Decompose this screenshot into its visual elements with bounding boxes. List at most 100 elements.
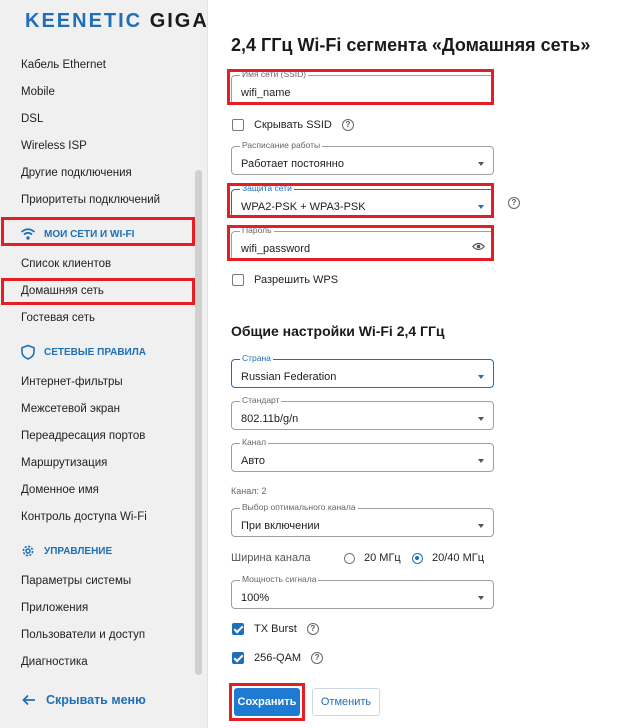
sidebar-item-routing[interactable]: Маршрутизация [21,457,107,469]
tx-burst-row[interactable]: TX Burst ? [232,623,319,635]
channel-label: Канал [240,437,269,447]
sidebar-item-port-forwarding[interactable]: Переадресация портов [21,430,145,442]
sidebar-item-ethernet[interactable]: Кабель Ethernet [21,59,106,71]
password-value: wifi_password [241,243,311,255]
schedule-label: Расписание работы [240,140,323,150]
sidebar-item-client-list[interactable]: Список клиентов [21,258,111,270]
chevron-down-icon [478,162,484,166]
sidebar-item-domain-name[interactable]: Доменное имя [21,484,99,496]
section-title: Общие настройки Wi-Fi 2,4 ГГц [231,323,445,339]
help-icon[interactable]: ? [311,652,324,664]
sidebar-item-home-network[interactable]: Домашняя сеть [21,285,104,297]
logo: KEENETIC GIGA [25,10,209,33]
chevron-down-icon [478,596,484,600]
main-content: 2,4 ГГц Wi-Fi сегмента «Домашняя сеть» И… [209,0,642,728]
chevron-down-icon [478,524,484,528]
sidebar-item-firewall[interactable]: Межсетевой экран [21,403,120,415]
collapse-menu-label: Скрывать меню [46,693,146,707]
sidebar-item-dsl[interactable]: DSL [21,113,43,125]
qam-row[interactable]: 256-QAM ? [232,652,324,664]
chevron-down-icon [478,417,484,421]
sidebar-item-diagnostics[interactable]: Диагностика [21,656,88,668]
standard-value: 802.11b/g/n [241,413,299,425]
hide-ssid-row[interactable]: Скрывать SSID ? [232,119,354,131]
security-label: Защита сети [240,183,294,193]
sidebar: KEENETIC GIGA Кабель Ethernet Mobile DSL… [0,0,208,728]
sidebar-item-other-connections[interactable]: Другие подключения [21,167,132,179]
collapse-menu-button[interactable]: Скрывать меню [22,693,146,707]
gear-icon [22,545,34,557]
optimal-channel-value: При включении [241,520,320,532]
arrow-left-icon [22,694,35,706]
sidebar-item-guest-network[interactable]: Гостевая сеть [21,312,95,324]
sidebar-section-manage[interactable]: УПРАВЛЕНИЕ [20,543,112,559]
power-value: 100% [241,592,270,604]
sidebar-section-manage-label: УПРАВЛЕНИЕ [44,545,113,557]
optimal-channel-label: Выбор оптимального канала [240,502,358,512]
sidebar-item-wifi-access-control[interactable]: Контроль доступа Wi-Fi [21,511,147,523]
sidebar-item-connection-priorities[interactable]: Приоритеты подключений [21,194,160,206]
shield-icon [21,344,35,360]
chevron-down-icon [478,205,484,209]
ssid-field[interactable]: Имя сети (SSID) wifi_name [231,69,494,105]
logo-text-main: KEENETIC [25,10,143,32]
save-button[interactable]: Сохранить [234,688,300,716]
sidebar-scrollbar[interactable] [195,170,202,675]
schedule-select[interactable]: Расписание работы Работает постоянно [231,140,494,175]
sidebar-item-applications[interactable]: Приложения [21,602,88,614]
sidebar-item-internet-filters[interactable]: Интернет-фильтры [21,376,123,388]
chevron-down-icon [478,459,484,463]
power-select[interactable]: Мощность сигнала 100% [231,574,494,609]
sidebar-item-mobile[interactable]: Mobile [21,86,55,98]
sidebar-section-rules-label: СЕТЕВЫЕ ПРАВИЛА [44,346,146,358]
help-icon[interactable]: ? [341,119,354,131]
help-icon[interactable]: ? [508,197,520,209]
eye-icon[interactable] [472,242,485,251]
password-label: Пароль [240,225,274,235]
sidebar-section-wifi[interactable]: МОИ СЕТИ И WI-FI [20,226,134,242]
tx-burst-checkbox[interactable] [232,623,244,635]
hide-ssid-label: Скрывать SSID [254,119,332,131]
standard-select[interactable]: Стандарт 802.11b/g/n [231,395,494,430]
ssid-value: wifi_name [241,87,291,99]
tx-burst-label: TX Burst [254,623,297,635]
page-title: 2,4 ГГц Wi-Fi сегмента «Домашняя сеть» [231,35,591,55]
help-icon[interactable]: ? [306,623,319,635]
optimal-channel-select[interactable]: Выбор оптимального канала При включении [231,502,494,537]
wps-label: Разрешить WPS [254,274,339,286]
logo-text-model: GIGA [149,10,209,32]
security-select[interactable]: Защита сети WPA2-PSK + WPA3-PSK [231,183,494,218]
radio-20-40mhz-label: 20/40 МГц [432,552,485,564]
country-select[interactable]: Страна Russian Federation [231,353,494,388]
ssid-label: Имя сети (SSID) [240,69,309,79]
security-value: WPA2-PSK + WPA3-PSK [241,201,366,213]
channel-width-option-20[interactable]: 20 МГц [344,552,401,564]
radio-20-40mhz[interactable] [412,552,423,564]
power-label: Мощность сигнала [240,574,319,584]
radio-20mhz-label: 20 МГц [364,552,401,564]
qam-label: 256-QAM [254,652,302,664]
country-value: Russian Federation [241,371,337,383]
qam-checkbox[interactable] [232,652,244,664]
cancel-button[interactable]: Отменить [312,688,380,716]
channel-info: Канал: 2 [231,486,267,496]
country-label: Страна [240,353,273,363]
wifi-icon [20,228,36,240]
sidebar-section-rules[interactable]: СЕТЕВЫЕ ПРАВИЛА [20,344,146,360]
hide-ssid-checkbox[interactable] [232,119,244,131]
channel-select[interactable]: Канал Авто [231,437,494,472]
channel-value: Авто [241,455,265,467]
password-field[interactable]: Пароль wifi_password [231,225,494,261]
schedule-value: Работает постоянно [241,158,344,170]
sidebar-section-wifi-label: МОИ СЕТИ И WI-FI [44,228,135,240]
sidebar-item-wireless-isp[interactable]: Wireless ISP [21,140,87,152]
sidebar-item-system-settings[interactable]: Параметры системы [21,575,131,587]
radio-20mhz[interactable] [344,552,355,564]
sidebar-item-users-access[interactable]: Пользователи и доступ [21,629,145,641]
channel-width-label: Ширина канала [231,552,311,564]
chevron-down-icon [478,375,484,379]
channel-width-option-20-40[interactable]: 20/40 МГц [412,552,484,564]
wps-row[interactable]: Разрешить WPS [232,274,338,286]
standard-label: Стандарт [240,395,282,405]
wps-checkbox[interactable] [232,274,244,286]
